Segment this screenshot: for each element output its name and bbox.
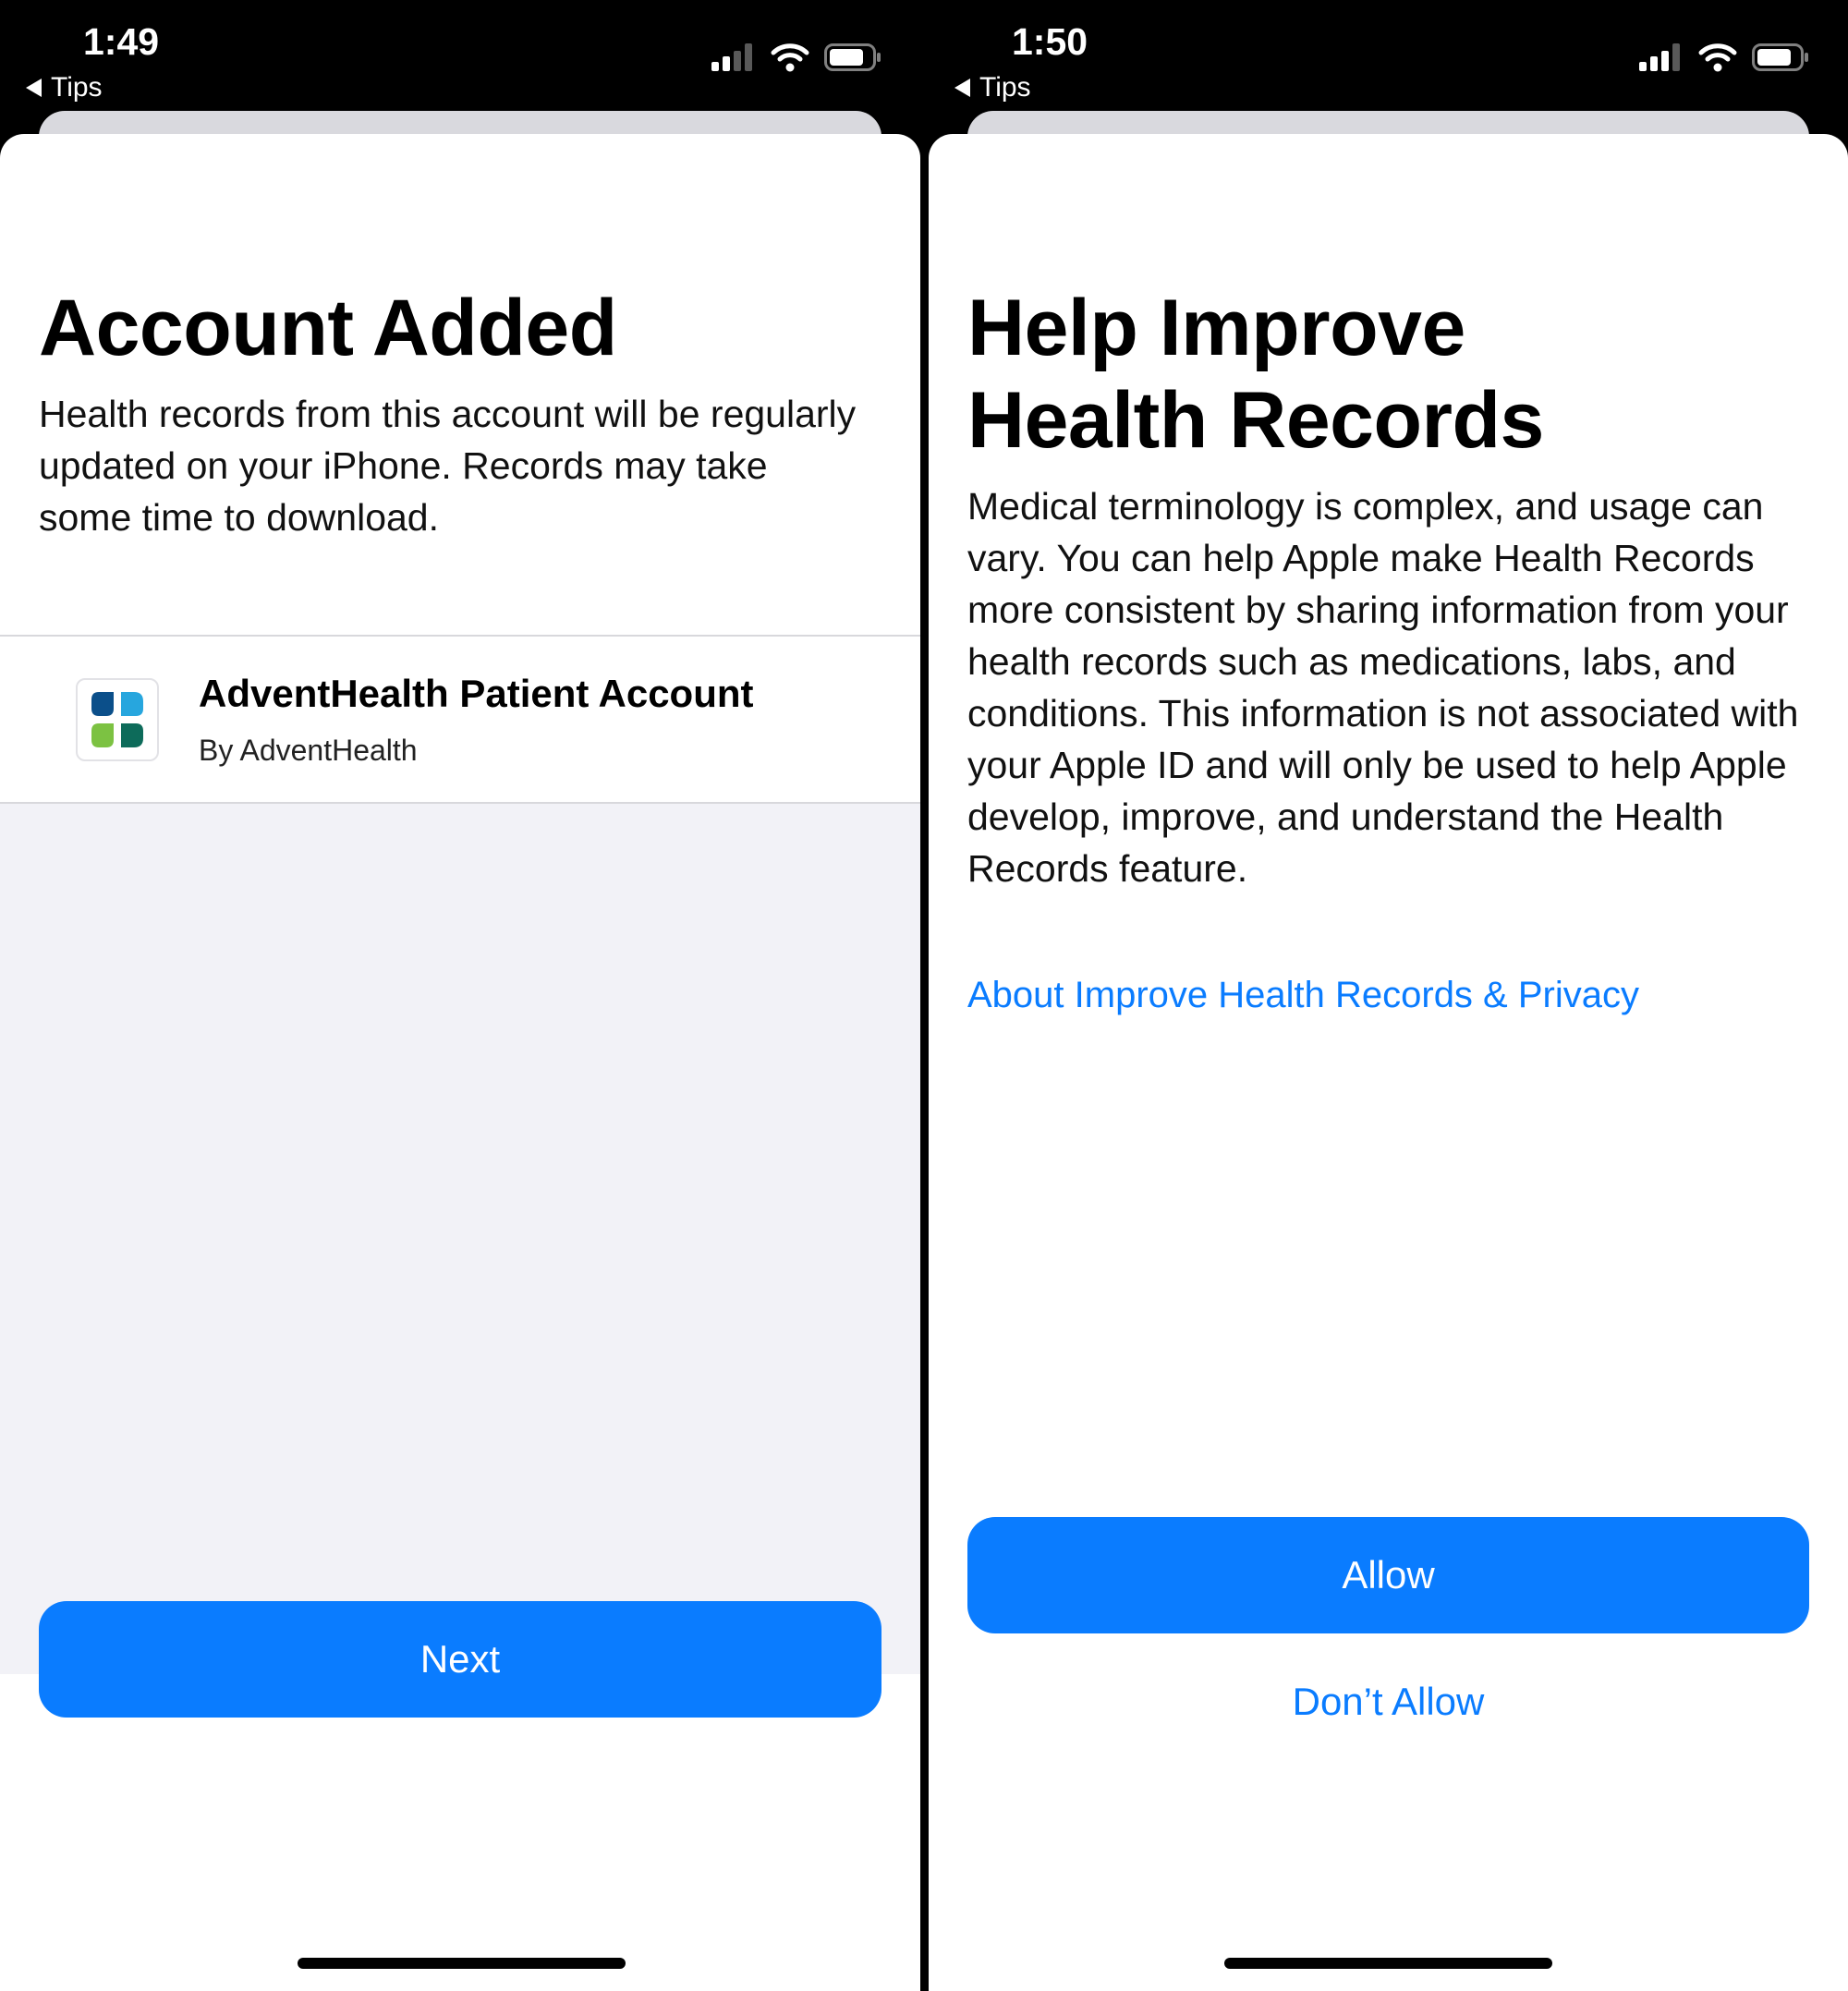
home-indicator[interactable] [298, 1958, 626, 1969]
allow-button[interactable]: Allow [967, 1517, 1809, 1633]
next-button[interactable]: Next [39, 1601, 881, 1718]
battery-icon [824, 43, 881, 71]
cellular-signal-icon [1639, 43, 1680, 71]
account-name: AdventHealth Patient Account [199, 672, 754, 715]
account-added-screen: 1:49 Tips Account Added Health records f… [0, 0, 920, 1991]
wifi-icon [1698, 43, 1737, 72]
help-improve-screen: 1:50 Tips Help Improve Health Records Me… [929, 0, 1848, 1991]
account-row: AdventHealth Patient Account By AdventHe… [0, 635, 920, 804]
back-arrow-icon [954, 79, 970, 97]
back-link-label: Tips [51, 72, 103, 103]
dont-allow-button[interactable]: Don’t Allow [929, 1680, 1848, 1724]
wifi-icon [771, 43, 809, 72]
description-text: Health records from this account will be… [39, 393, 857, 539]
account-provider: By AdventHealth [199, 734, 418, 767]
page-title: Account Added [39, 284, 617, 372]
page-title: Help Improve Health Records [967, 282, 1544, 467]
cellular-signal-icon [711, 43, 752, 71]
battery-icon [1752, 43, 1808, 71]
status-time: 1:50 [1012, 20, 1088, 63]
back-to-tips-link[interactable]: Tips [954, 72, 1031, 103]
description-text: Medical terminology is complex, and usag… [967, 485, 1799, 890]
back-arrow-icon [26, 79, 42, 97]
status-icons [711, 42, 881, 72]
page-title-line-2: Health Records [967, 376, 1544, 465]
page-title-line-1: Help Improve [967, 284, 1465, 372]
back-link-label: Tips [979, 72, 1031, 103]
status-time: 1:49 [83, 20, 160, 63]
back-to-tips-link[interactable]: Tips [26, 72, 103, 103]
adventhealth-logo-icon [76, 678, 159, 761]
privacy-link[interactable]: About Improve Health Records & Privacy [967, 975, 1639, 1016]
home-indicator[interactable] [1224, 1958, 1552, 1969]
status-icons [1639, 42, 1809, 72]
